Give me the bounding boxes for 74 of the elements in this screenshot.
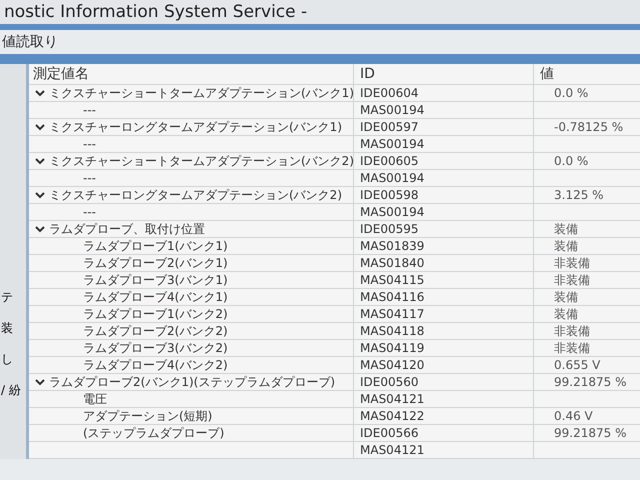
- measurement-name: ラムダプローブ2(バンク1)(ステップラムダプローブ): [49, 374, 335, 390]
- id-cell: MAS04119: [360, 341, 424, 355]
- measurement-name: ラムダプローブ4(バンク2): [83, 357, 228, 373]
- measurement-name: ラムダプローブ、取付け位置: [49, 221, 205, 237]
- column-header[interactable]: 測定値名: [29, 64, 353, 84]
- id-cell: MAS00194: [360, 205, 424, 219]
- id-cell: IDE00560: [360, 375, 419, 389]
- value-cell: 0.0 %: [554, 154, 588, 168]
- chevron-down-icon[interactable]: [35, 378, 45, 386]
- measurement-name: ミクスチャーショートタームアダプテーション(バンク1): [49, 85, 354, 101]
- measurement-name: ミクスチャーロングタームアダプテーション(バンク2): [49, 187, 342, 203]
- measurement-name: ラムダプローブ1(バンク1): [83, 238, 228, 254]
- measurement-name: ラムダプローブ3(バンク2): [83, 340, 228, 356]
- measurement-name: ラムダプローブ2(バンク1): [83, 255, 228, 271]
- value-cell: -0.78125 %: [554, 120, 624, 134]
- id-cell: MAS04121: [360, 443, 424, 457]
- id-cell: MAS00194: [360, 137, 424, 151]
- id-cell: IDE00595: [360, 222, 419, 236]
- measurement-name: ラムダプローブ4(バンク1): [83, 289, 228, 305]
- value-cell: 装備: [554, 222, 578, 236]
- measurement-name: ミクスチャーロングタームアダプテーション(バンク1): [49, 119, 342, 135]
- measurement-name: ---: [83, 204, 96, 220]
- measurement-name: ---: [83, 170, 96, 186]
- id-cell: MAS04117: [360, 307, 424, 321]
- id-cell: MAS00194: [360, 171, 424, 185]
- value-cell: 0.0 %: [554, 86, 588, 100]
- measurement-name: ---: [83, 136, 96, 152]
- chevron-down-icon[interactable]: [35, 123, 45, 131]
- id-cell: MAS00194: [360, 103, 424, 117]
- value-cell: 3.125 %: [554, 188, 604, 202]
- side-panel-text: テ: [0, 289, 14, 306]
- id-cell: IDE00604: [360, 86, 419, 100]
- measurement-name: (ステップラムダプローブ): [83, 425, 224, 441]
- value-cell: 非装備: [554, 273, 590, 287]
- value-cell: 装備: [554, 290, 578, 304]
- value-cell: 非装備: [554, 341, 590, 355]
- measurement-name: 電圧: [83, 391, 107, 407]
- id-cell: MAS01839: [360, 239, 424, 253]
- value-cell: 0.46 V: [554, 409, 593, 423]
- id-cell: IDE00597: [360, 120, 419, 134]
- measurement-name: ラムダプローブ1(バンク2): [83, 306, 228, 322]
- value-cell: 装備: [554, 239, 578, 253]
- value-cell: 99.21875 %: [554, 426, 626, 440]
- side-panel-text: / 紛: [0, 382, 22, 399]
- id-cell: IDE00598: [360, 188, 419, 202]
- id-cell: MAS01840: [360, 256, 424, 270]
- chevron-down-icon[interactable]: [35, 157, 45, 165]
- id-cell: IDE00566: [360, 426, 419, 440]
- value-cell: 非装備: [554, 324, 590, 338]
- value-cell: 非装備: [554, 256, 590, 270]
- side-panel-text: し: [0, 351, 14, 368]
- value-cell: 装備: [554, 307, 578, 321]
- value-cell: 0.655 V: [554, 358, 600, 372]
- id-cell: MAS04121: [360, 392, 424, 406]
- measurement-name: ミクスチャーショートタームアダプテーション(バンク2): [49, 153, 354, 169]
- id-cell: MAS04116: [360, 290, 424, 304]
- value-cell: 99.21875 %: [554, 375, 626, 389]
- id-cell: MAS04120: [360, 358, 424, 372]
- id-cell: IDE00605: [360, 154, 419, 168]
- chevron-down-icon[interactable]: [35, 89, 45, 97]
- id-cell: MAS04118: [360, 324, 424, 338]
- measurement-name: ラムダプローブ2(バンク2): [83, 323, 228, 339]
- chevron-down-icon[interactable]: [35, 191, 45, 199]
- window-title: nostic Information System Service -: [4, 2, 308, 22]
- side-panel-text: 装: [0, 320, 14, 337]
- id-cell: MAS04115: [360, 273, 424, 287]
- panel-title: 値読取り: [2, 33, 58, 51]
- measurement-name: ラムダプローブ3(バンク1): [83, 272, 228, 288]
- measurement-name: アダプテーション(短期): [83, 408, 212, 424]
- column-header[interactable]: 値: [533, 64, 640, 84]
- id-cell: MAS04122: [360, 409, 424, 423]
- column-header[interactable]: ID: [353, 64, 533, 84]
- measurement-name: ---: [83, 102, 96, 118]
- chevron-down-icon[interactable]: [35, 225, 45, 233]
